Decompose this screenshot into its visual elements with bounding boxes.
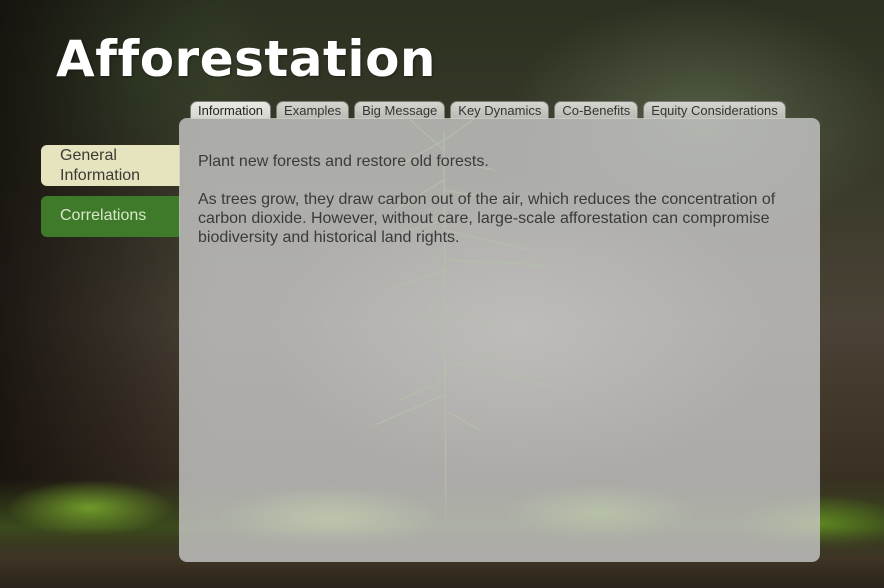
page-title: Afforestation bbox=[56, 30, 437, 88]
tab-examples[interactable]: Examples bbox=[276, 101, 350, 119]
tab-co-benefits[interactable]: Co-Benefits bbox=[554, 101, 639, 119]
side-tab-bar: General Information Correlations bbox=[41, 145, 180, 237]
content-paragraph: Plant new forests and restore old forest… bbox=[198, 153, 489, 170]
content-paragraph: As trees grow, they draw carbon out of t… bbox=[198, 191, 776, 246]
content-panel: Plant new forests and restore old forest… bbox=[179, 118, 820, 562]
tab-big-message[interactable]: Big Message bbox=[354, 101, 446, 119]
side-tab-correlations[interactable]: Correlations bbox=[41, 196, 180, 237]
side-tab-general-information[interactable]: General Information bbox=[41, 145, 180, 186]
tab-equity-considerations[interactable]: Equity Considerations bbox=[643, 101, 786, 119]
top-tab-bar: Information Examples Big Message Key Dyn… bbox=[190, 101, 786, 119]
tab-information[interactable]: Information bbox=[190, 101, 272, 119]
tab-key-dynamics[interactable]: Key Dynamics bbox=[450, 101, 550, 119]
